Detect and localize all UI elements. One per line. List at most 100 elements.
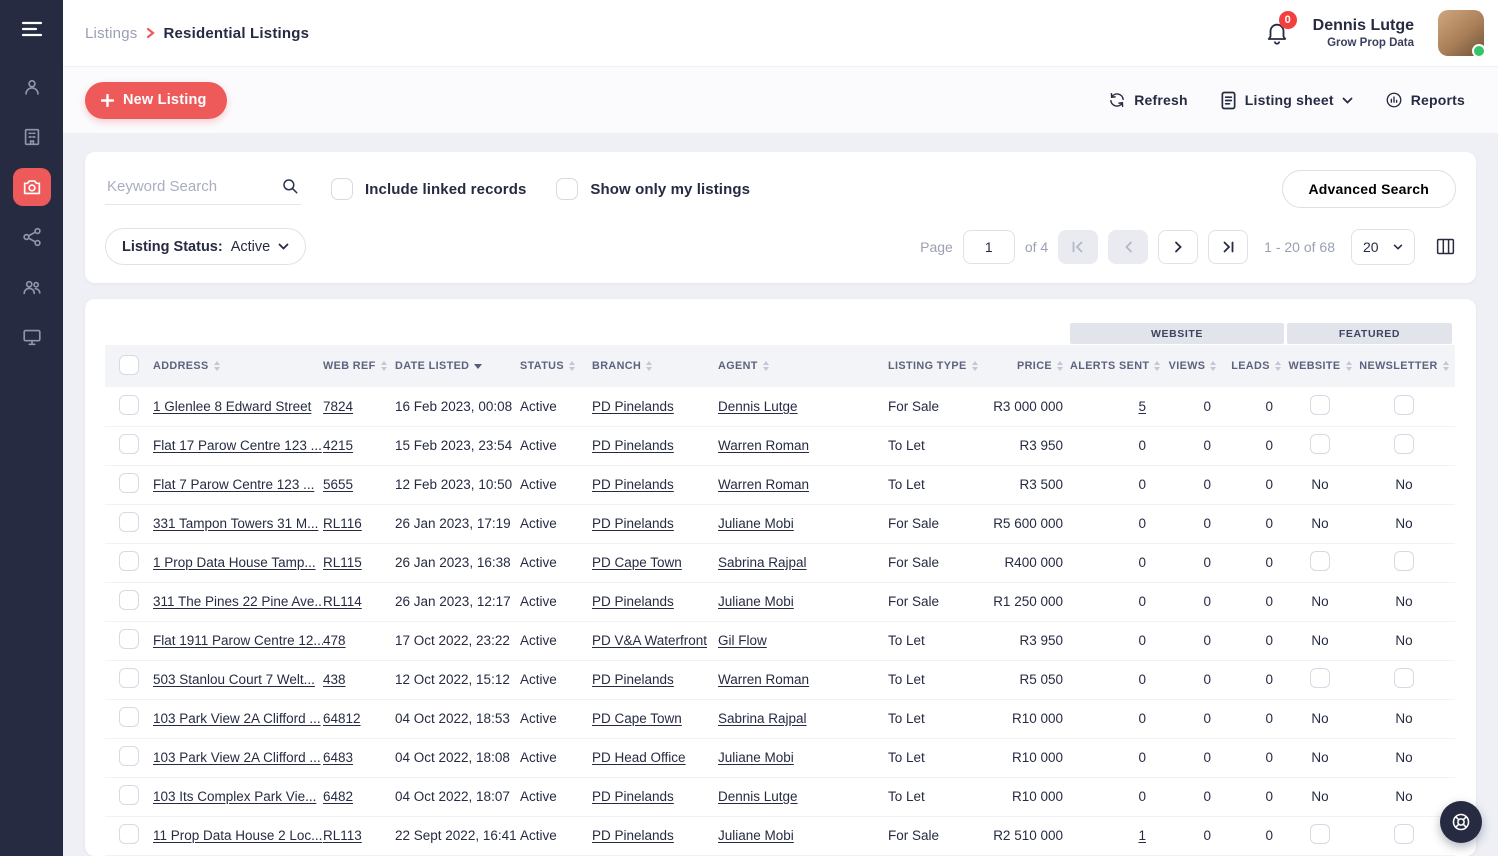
page-next-button[interactable]	[1158, 230, 1198, 264]
branch-link[interactable]: PD Pinelands	[592, 828, 674, 843]
branch-link[interactable]: PD Pinelands	[592, 399, 674, 414]
website-flag-checkbox[interactable]	[1310, 824, 1330, 844]
page-last-button[interactable]	[1208, 230, 1248, 264]
row-checkbox[interactable]	[119, 824, 139, 844]
sort-icon[interactable]	[1275, 361, 1281, 371]
branch-link[interactable]: PD Pinelands	[592, 438, 674, 453]
newsletter-flag-checkbox[interactable]	[1394, 395, 1414, 415]
avatar[interactable]	[1438, 10, 1484, 56]
newsletter-flag-checkbox[interactable]	[1394, 824, 1414, 844]
advanced-search-button[interactable]: Advanced Search	[1282, 170, 1457, 208]
address-link[interactable]: 503 Stanlou Court 7 Welt...	[153, 672, 315, 687]
agent-link[interactable]: Warren Roman	[718, 438, 809, 453]
newsletter-flag-checkbox[interactable]	[1394, 668, 1414, 688]
agent-link[interactable]: Dennis Lutge	[718, 399, 798, 414]
branch-link[interactable]: PD Pinelands	[592, 516, 674, 531]
website-flag-checkbox[interactable]	[1310, 395, 1330, 415]
row-checkbox[interactable]	[119, 434, 139, 454]
refresh-button[interactable]: Refresh	[1108, 91, 1188, 109]
sidebar-item-listings[interactable]	[13, 168, 51, 206]
address-link[interactable]: 103 Park View 2A Clifford ...	[153, 750, 321, 765]
page-first-button[interactable]	[1058, 230, 1098, 264]
sort-icon[interactable]	[1346, 361, 1352, 371]
sort-icon[interactable]	[1210, 361, 1216, 371]
web_ref-link[interactable]: 6482	[323, 789, 353, 804]
branch-link[interactable]: PD Cape Town	[592, 555, 682, 570]
agent-link[interactable]: Dennis Lutge	[718, 789, 798, 804]
branch-link[interactable]: PD Head Office	[592, 750, 686, 765]
row-checkbox[interactable]	[119, 395, 139, 415]
column-chooser-button[interactable]	[1435, 236, 1456, 257]
page-prev-button[interactable]	[1108, 230, 1148, 264]
agent-link[interactable]: Juliane Mobi	[718, 750, 794, 765]
web_ref-link[interactable]: 7824	[323, 399, 353, 414]
address-link[interactable]: Flat 1911 Parow Centre 12...	[153, 633, 323, 648]
row-checkbox[interactable]	[119, 473, 139, 493]
page-number-input[interactable]	[963, 230, 1015, 264]
web_ref-link[interactable]: 4215	[323, 438, 353, 453]
alerts-link[interactable]: 1	[1138, 828, 1146, 843]
website-flag-checkbox[interactable]	[1310, 434, 1330, 454]
sidebar-item-office[interactable]	[13, 118, 51, 156]
website-flag-checkbox[interactable]	[1310, 551, 1330, 571]
branch-link[interactable]: PD V&A Waterfront	[592, 633, 707, 648]
web_ref-link[interactable]: 64812	[323, 711, 361, 726]
web_ref-link[interactable]: RL116	[323, 516, 362, 531]
row-checkbox[interactable]	[119, 668, 139, 688]
address-link[interactable]: 1 Prop Data House Tamp...	[153, 555, 316, 570]
sidebar-item-network[interactable]	[13, 218, 51, 256]
user-block[interactable]: Dennis Lutge Grow Prop Data	[1313, 16, 1414, 50]
address-link[interactable]: 103 Park View 2A Clifford ...	[153, 711, 321, 726]
branch-link[interactable]: PD Pinelands	[592, 789, 674, 804]
search-icon[interactable]	[281, 177, 299, 195]
sidebar-item-contacts[interactable]	[13, 268, 51, 306]
breadcrumb-listings[interactable]: Listings	[85, 25, 137, 42]
row-checkbox[interactable]	[119, 629, 139, 649]
reports-button[interactable]: Reports	[1385, 91, 1465, 109]
sidebar-item-agents[interactable]	[13, 68, 51, 106]
sort-icon[interactable]	[214, 361, 220, 371]
web_ref-link[interactable]: 438	[323, 672, 346, 687]
listing-sheet-button[interactable]: Listing sheet	[1220, 91, 1353, 110]
address-link[interactable]: 1 Glenlee 8 Edward Street	[153, 399, 311, 414]
branch-link[interactable]: PD Pinelands	[592, 672, 674, 687]
newsletter-flag-checkbox[interactable]	[1394, 551, 1414, 571]
sort-icon[interactable]	[646, 361, 652, 371]
select-all-checkbox[interactable]	[119, 355, 139, 375]
sort-icon[interactable]	[474, 364, 482, 369]
sort-icon[interactable]	[1443, 361, 1449, 371]
row-checkbox[interactable]	[119, 707, 139, 727]
address-link[interactable]: 311 The Pines 22 Pine Ave...	[153, 594, 323, 609]
row-checkbox[interactable]	[119, 785, 139, 805]
web_ref-link[interactable]: RL113	[323, 828, 362, 843]
sort-icon[interactable]	[763, 361, 769, 371]
address-link[interactable]: Flat 7 Parow Centre 123 ...	[153, 477, 314, 492]
web_ref-link[interactable]: 5655	[323, 477, 353, 492]
row-checkbox[interactable]	[119, 512, 139, 532]
agent-link[interactable]: Warren Roman	[718, 477, 809, 492]
my-listings-checkbox[interactable]	[556, 178, 578, 200]
address-link[interactable]: 103 Its Complex Park Vie...	[153, 789, 316, 804]
address-link[interactable]: 11 Prop Data House 2 Loc...	[153, 828, 322, 843]
branch-link[interactable]: PD Cape Town	[592, 711, 682, 726]
sort-icon[interactable]	[569, 361, 575, 371]
row-checkbox[interactable]	[119, 590, 139, 610]
search-input[interactable]	[107, 178, 271, 195]
sidebar-item-desktop[interactable]	[13, 318, 51, 356]
web_ref-link[interactable]: 478	[323, 633, 346, 648]
agent-link[interactable]: Juliane Mobi	[718, 828, 794, 843]
agent-link[interactable]: Warren Roman	[718, 672, 809, 687]
row-checkbox[interactable]	[119, 551, 139, 571]
notifications-button[interactable]: 0	[1265, 20, 1289, 46]
agent-link[interactable]: Juliane Mobi	[718, 516, 794, 531]
branch-link[interactable]: PD Pinelands	[592, 477, 674, 492]
address-link[interactable]: Flat 17 Parow Centre 123 ...	[153, 438, 322, 453]
alerts-link[interactable]: 5	[1138, 399, 1146, 414]
agent-link[interactable]: Sabrina Rajpal	[718, 711, 807, 726]
menu-icon[interactable]	[21, 20, 43, 38]
web_ref-link[interactable]: RL115	[323, 555, 362, 570]
include-linked-checkbox[interactable]	[331, 178, 353, 200]
listing-status-select[interactable]: Listing Status: Active	[105, 228, 306, 265]
sort-icon[interactable]	[381, 361, 387, 371]
sort-icon[interactable]	[1057, 361, 1063, 371]
